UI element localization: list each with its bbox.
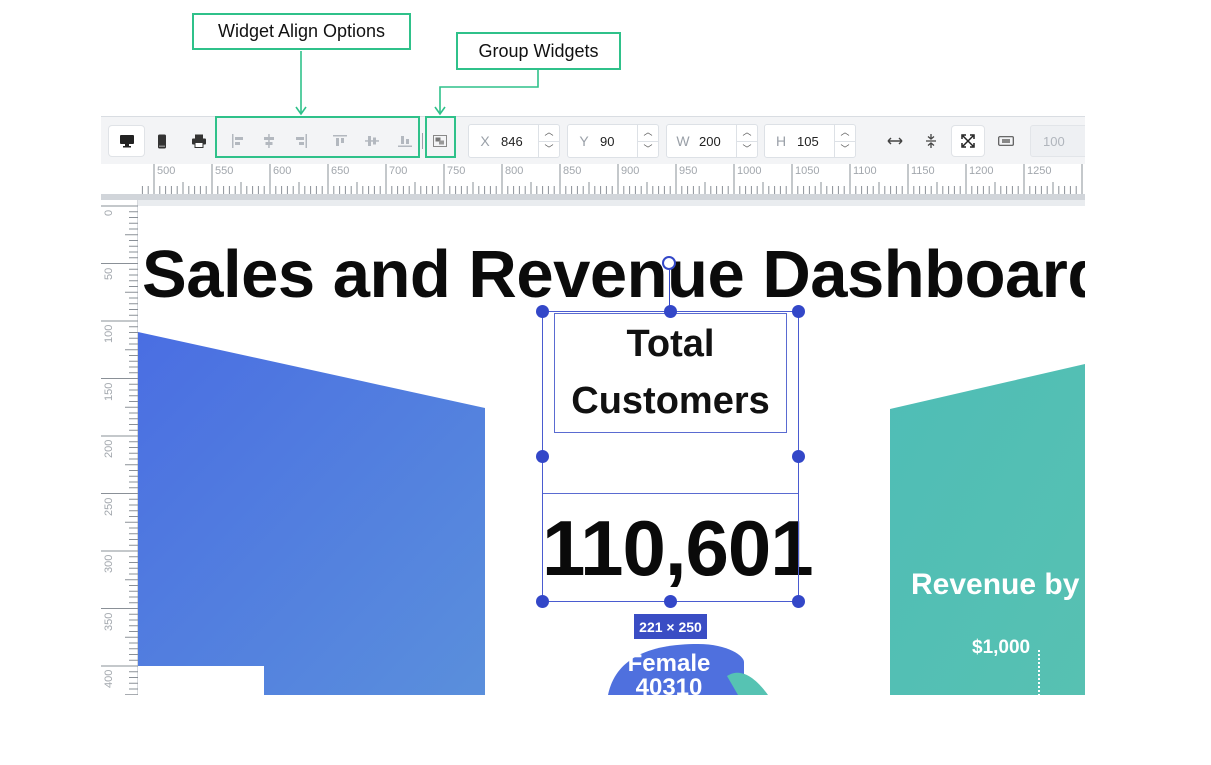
ruler-label: 700: [389, 165, 408, 177]
ruler-label: 1150: [911, 165, 935, 177]
ruler-label: 1250: [1027, 165, 1052, 177]
y-position-field[interactable]: Y 90 ︿ ﹀: [567, 124, 659, 158]
w-field-stepper[interactable]: ︿ ﹀: [736, 125, 757, 157]
ruler-label: 100: [103, 324, 115, 343]
x-field-stepper[interactable]: ︿ ﹀: [538, 125, 559, 157]
y-field-stepper[interactable]: ︿ ﹀: [637, 125, 658, 157]
resize-handle-bottom-center[interactable]: [664, 595, 677, 608]
align-options-highlight: [215, 116, 420, 158]
horizontal-arrows-icon: [887, 137, 903, 145]
female-value: 40310: [635, 674, 703, 696]
left-panel[interactable]: [138, 332, 485, 695]
design-canvas[interactable]: Sales and Revenue Dashboard Revenue by C…: [138, 206, 1085, 695]
ruler-label: 200: [103, 439, 115, 458]
selection-frame[interactable]: [542, 311, 799, 602]
ruler-label: 600: [273, 165, 292, 177]
y-field-value[interactable]: 90: [600, 134, 637, 149]
width-field[interactable]: W 200 ︿ ﹀: [666, 124, 758, 158]
ruler-label: 500: [157, 165, 176, 177]
horizontal-ruler: 500 550 600 650 700 750 800 850 900 950 1000 1050 11…: [101, 164, 1085, 233]
chevron-up-icon[interactable]: ︿: [638, 125, 658, 142]
rotate-handle[interactable]: [662, 256, 676, 270]
group-widgets-label: Group Widgets: [478, 40, 599, 61]
print-button[interactable]: [185, 126, 213, 156]
toolbar-divider: [422, 133, 423, 149]
fit-screen-button[interactable]: [952, 126, 984, 156]
ruler-label: 150: [103, 382, 115, 401]
ruler-label: 1200: [969, 165, 994, 177]
expand-icon: [961, 134, 975, 148]
x-field-label: X: [480, 133, 490, 149]
ruler-label: 550: [215, 165, 234, 177]
chevron-up-icon[interactable]: ︿: [835, 125, 855, 142]
ruler-label: 1050: [795, 165, 820, 177]
chevron-down-icon[interactable]: ﹀: [539, 142, 559, 158]
desktop-icon: [119, 135, 134, 148]
vertical-ruler: 0 50 100 150 200 250 300 350 400: [101, 200, 138, 695]
ruler-label: 400: [103, 669, 115, 688]
stretch-horizontal-button[interactable]: [882, 126, 908, 156]
x-field-value[interactable]: 846: [501, 134, 538, 149]
left-panel-card: [138, 666, 264, 695]
ruler-label: 650: [331, 165, 350, 177]
ruler-label: 950: [679, 165, 698, 177]
resize-handle-middle-left[interactable]: [536, 450, 549, 463]
resize-handle-top-right[interactable]: [792, 305, 805, 318]
ruler-label: 50: [103, 267, 115, 280]
x-position-field[interactable]: X 846 ︿ ﹀: [468, 124, 560, 158]
female-segment-label: Female 40310: [609, 650, 729, 696]
y-field-label: Y: [579, 133, 589, 149]
horizontal-ruler-ticks: [141, 164, 1083, 194]
mobile-view-button[interactable]: [148, 126, 176, 156]
resize-handle-bottom-left[interactable]: [536, 595, 549, 608]
widget-align-options-callout: Widget Align Options: [192, 13, 411, 50]
zoom-value[interactable]: 100: [1043, 134, 1065, 149]
ruler-label: 750: [447, 165, 466, 177]
actual-size-button[interactable]: [992, 126, 1020, 156]
ruler-label: 350: [103, 612, 115, 631]
female-label: Female: [627, 650, 711, 677]
h-field-stepper[interactable]: ︿ ﹀: [834, 125, 855, 157]
revenue-axis-label: $1,000: [972, 637, 1031, 658]
stretch-vertical-button[interactable]: [918, 126, 944, 156]
ruler-label: 800: [505, 165, 524, 177]
ruler-label: 1100: [853, 165, 877, 177]
ruler-label: 1000: [737, 165, 762, 177]
h-field-label: H: [775, 133, 787, 149]
chevron-up-icon[interactable]: ︿: [539, 125, 559, 142]
ruler-label: 900: [621, 165, 640, 177]
ruler-label: 250: [103, 497, 115, 516]
chevron-down-icon[interactable]: ﹀: [638, 142, 658, 158]
zoom-input[interactable]: 100: [1030, 125, 1085, 157]
chevron-up-icon[interactable]: ︿: [737, 125, 757, 142]
resize-handle-top-left[interactable]: [536, 305, 549, 318]
height-field[interactable]: H 105 ︿ ﹀: [764, 124, 856, 158]
printer-icon: [192, 134, 206, 148]
resize-handle-middle-right[interactable]: [792, 450, 805, 463]
vertical-arrows-icon: [926, 134, 936, 148]
desktop-view-button[interactable]: [109, 126, 144, 156]
editor-window: X 846 ︿ ﹀ Y 90 ︿ ﹀ W 200 ︿ ﹀ H 105 ︿ ﹀ 1…: [101, 116, 1085, 695]
w-field-value[interactable]: 200: [699, 134, 736, 149]
widget-align-options-label: Widget Align Options: [217, 21, 386, 41]
group-widgets-highlight: [425, 116, 456, 158]
w-field-label: W: [676, 133, 690, 149]
resize-handle-top-center[interactable]: [664, 305, 677, 318]
ruler-label: 850: [563, 165, 582, 177]
mobile-icon: [158, 134, 166, 148]
group-widgets-callout: Group Widgets: [456, 32, 621, 70]
size-tag: 221 × 250: [634, 614, 707, 639]
chevron-down-icon[interactable]: ﹀: [835, 142, 855, 158]
ruler-label: 0: [103, 209, 115, 216]
resize-handle-bottom-right[interactable]: [792, 595, 805, 608]
h-field-value[interactable]: 105: [797, 134, 834, 149]
ruler-label: 300: [103, 554, 115, 573]
revenue-widget-title[interactable]: Revenue by Country: [911, 568, 1085, 602]
actual-size-icon: [998, 136, 1014, 146]
chevron-down-icon[interactable]: ﹀: [737, 142, 757, 158]
